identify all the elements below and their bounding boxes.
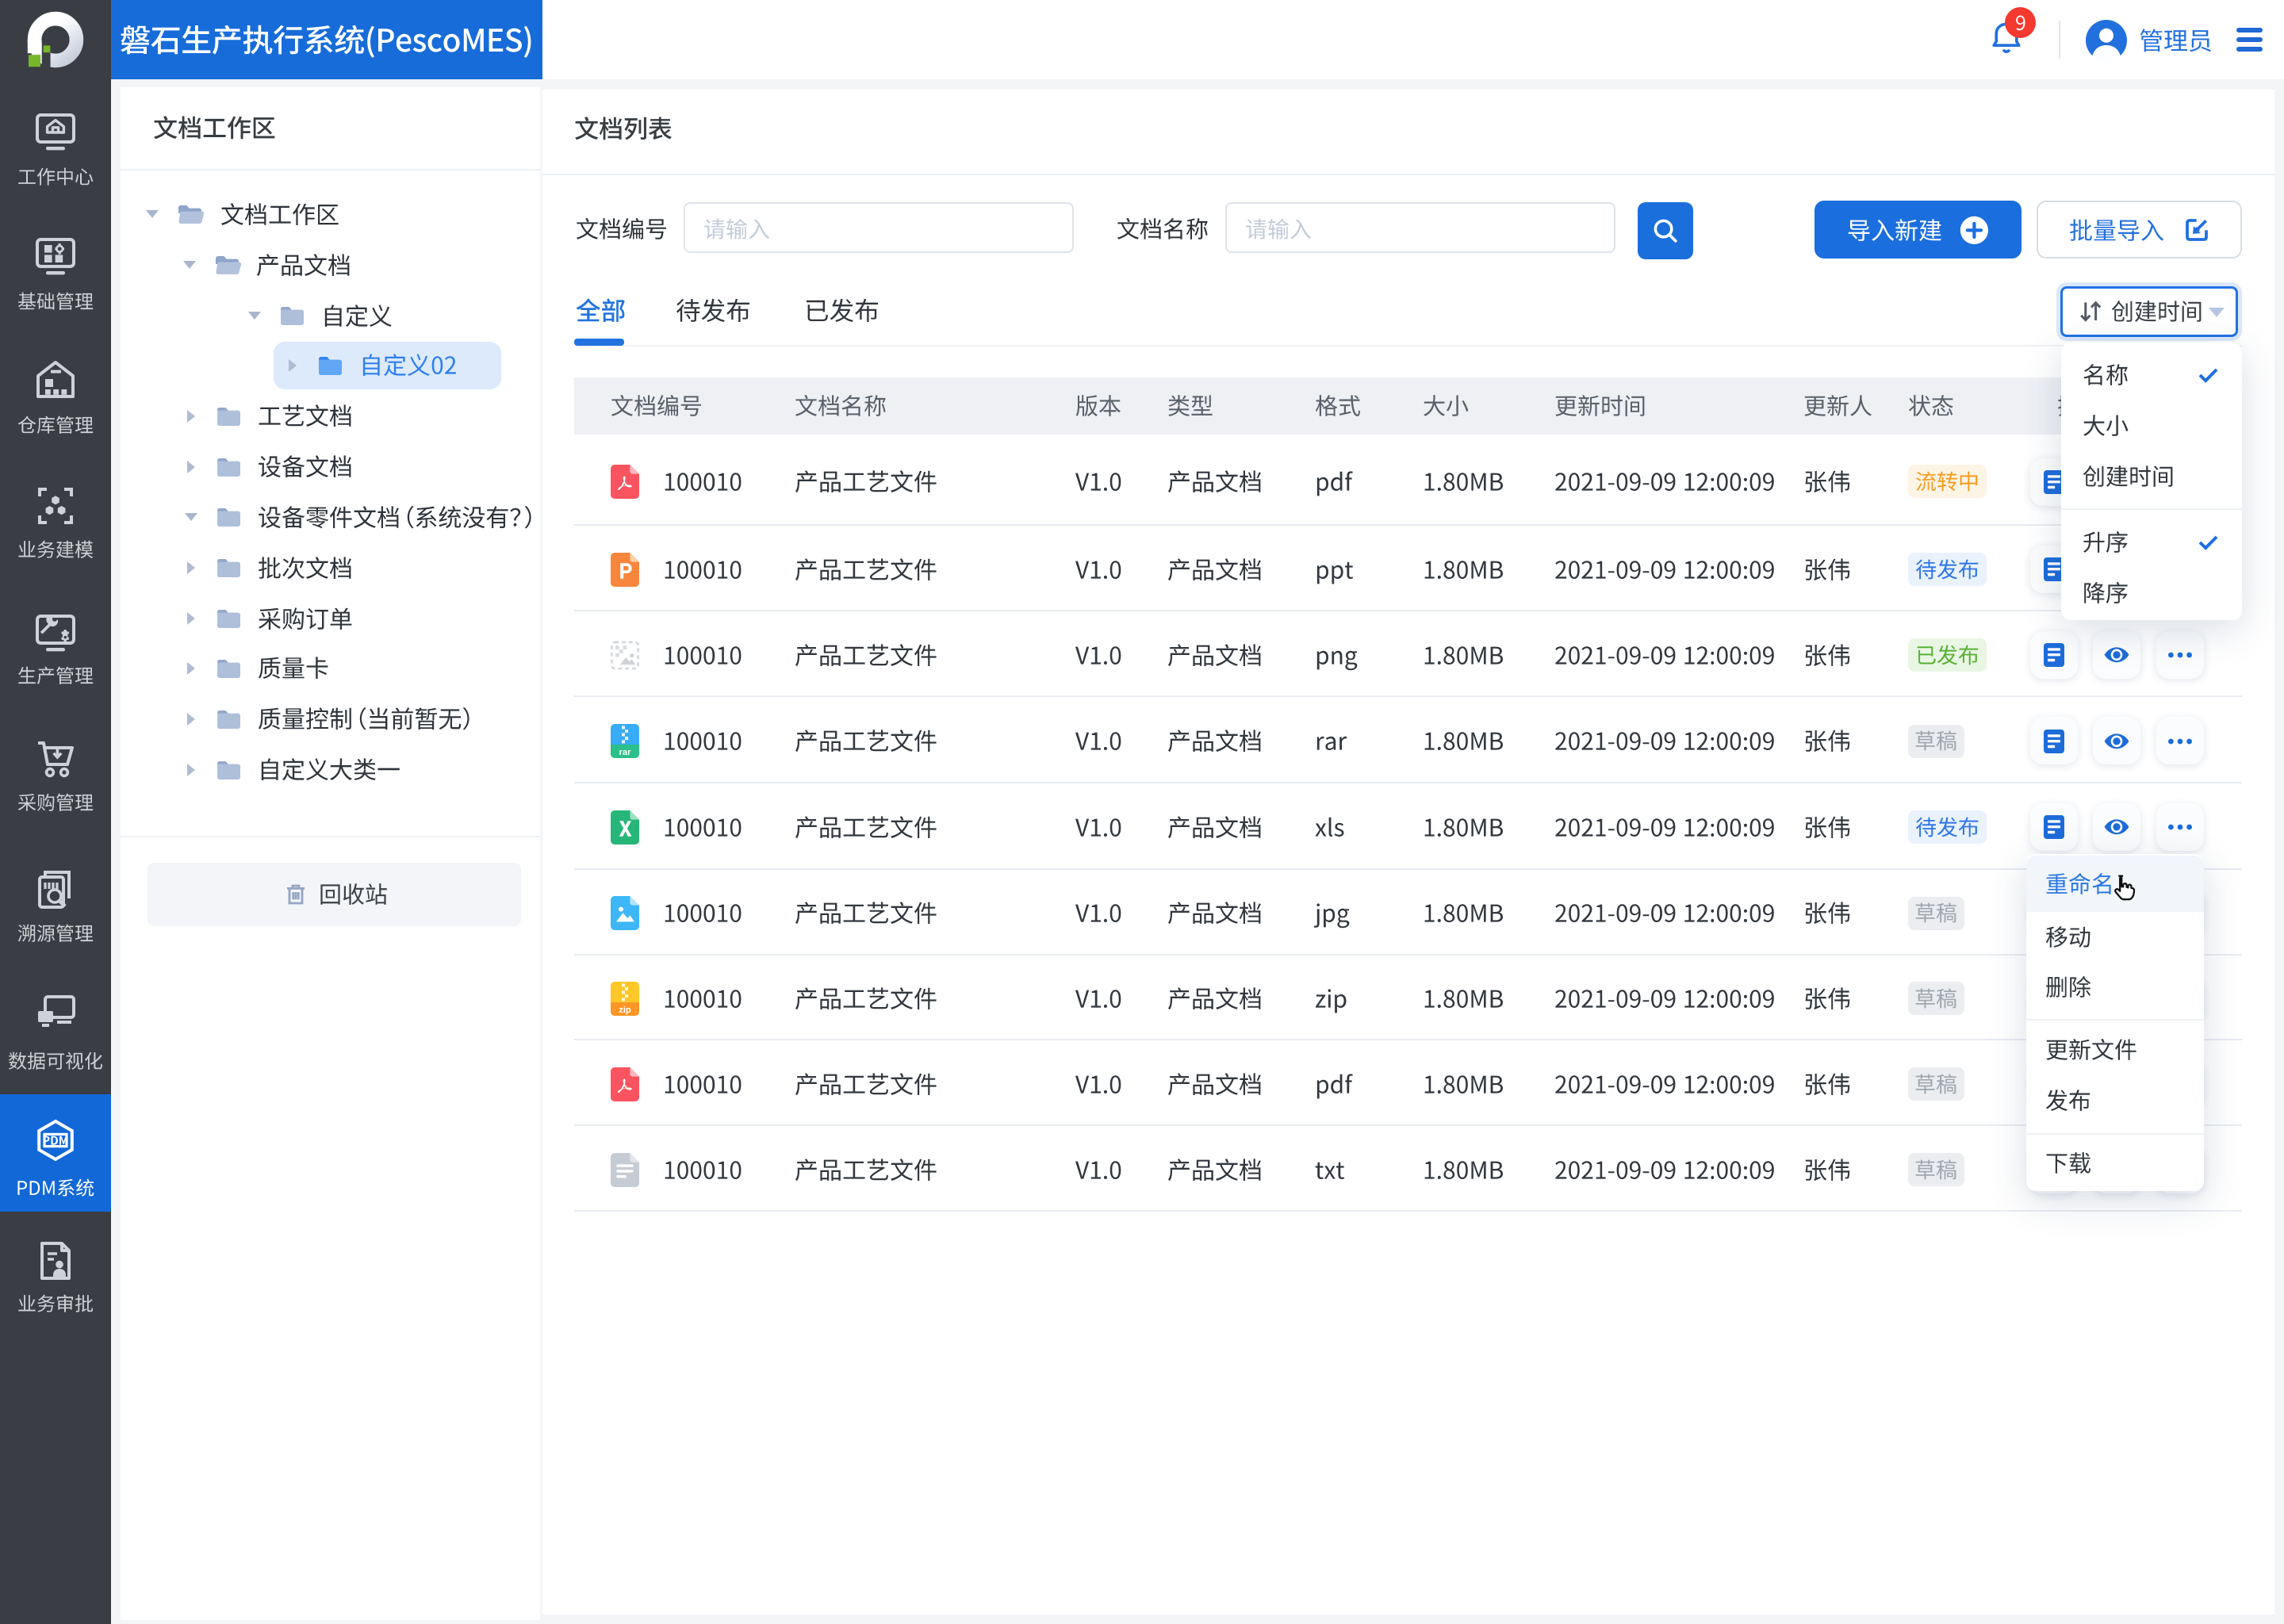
svg-text:zip: zip — [619, 1005, 631, 1015]
svg-text:rar: rar — [619, 748, 632, 757]
